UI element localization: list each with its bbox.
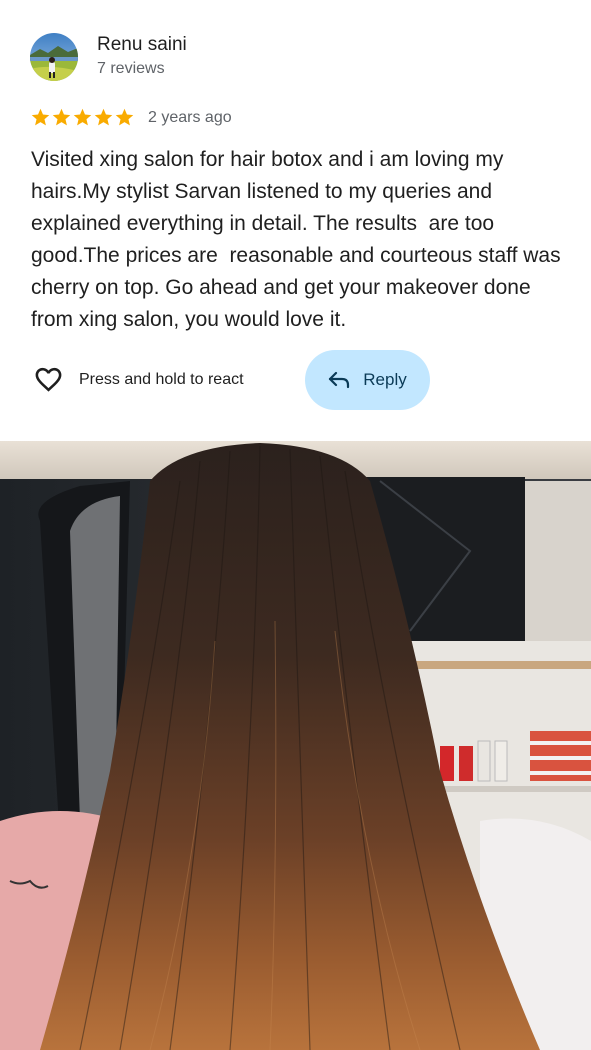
star-icon: [73, 108, 92, 126]
hair-photo: [0, 441, 591, 1050]
review-card: Renu saini 7 reviews 2 years ago Visited…: [0, 0, 591, 1050]
star-icon: [94, 108, 113, 126]
rating-row: 2 years ago: [30, 107, 232, 128]
reply-button[interactable]: Reply: [305, 350, 430, 410]
reply-label: Reply: [363, 370, 407, 389]
avatar[interactable]: [30, 33, 78, 81]
review-time: 2 years ago: [148, 108, 232, 126]
star-icon: [52, 108, 71, 126]
heart-outline-icon[interactable]: [32, 364, 65, 395]
star-icon: [115, 108, 134, 126]
react-button[interactable]: Press and hold to react: [32, 364, 244, 395]
reply-arrow-icon: [329, 371, 350, 389]
reviewer-review-count: 7 reviews: [97, 59, 165, 77]
star-rating: [30, 107, 135, 128]
review-photo[interactable]: [0, 441, 591, 1050]
star-icon: [31, 108, 50, 126]
reviewer-name[interactable]: Renu saini: [97, 33, 187, 57]
react-label: Press and hold to react: [79, 370, 244, 388]
reviewer-profile[interactable]: Renu saini 7 reviews: [30, 33, 187, 81]
review-text: Visited xing salon for hair botox and i …: [31, 148, 567, 331]
